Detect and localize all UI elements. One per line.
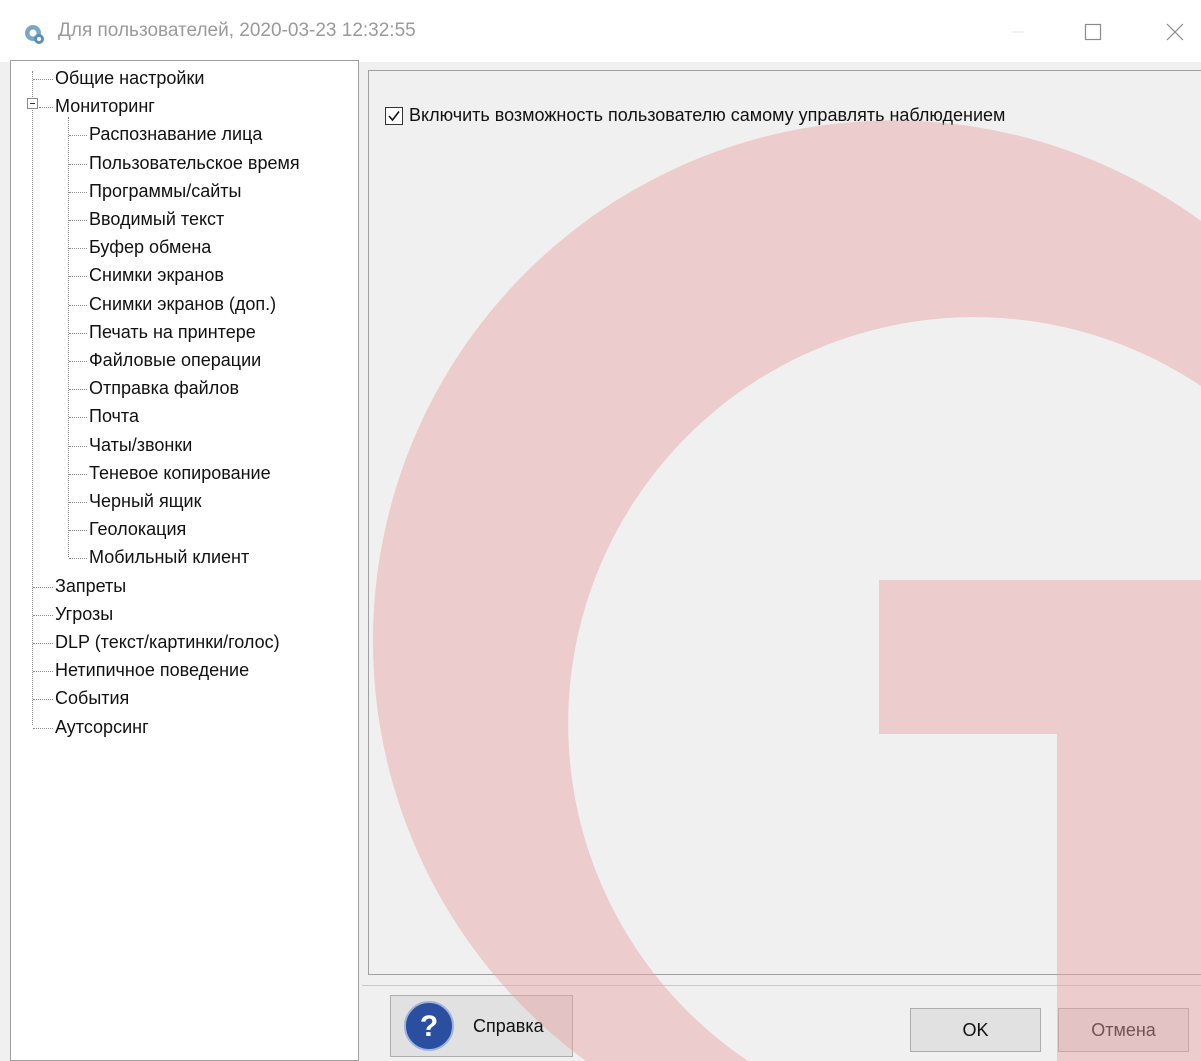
tree-item[interactable]: Мониторинг	[55, 95, 155, 117]
title-bar[interactable]: Для пользователей, 2020-03-23 12:32:55	[0, 0, 1201, 62]
tree-item[interactable]: Аутсорсинг	[55, 716, 149, 738]
tree-item[interactable]: Отправка файлов	[89, 377, 239, 399]
settings-tree[interactable]: Общие настройки Мониторинг Распознавание л…	[10, 60, 359, 1061]
tree-item[interactable]: Нетипичное поведение	[55, 659, 249, 681]
tree-connector	[33, 79, 53, 80]
tree-item[interactable]: Программы/сайты	[89, 180, 241, 202]
tree-connector	[32, 71, 33, 725]
tree-connector	[33, 671, 53, 673]
tree-item[interactable]: Снимки экранов (доп.)	[89, 293, 276, 315]
close-button[interactable]	[1152, 14, 1198, 50]
tree-connector	[69, 530, 87, 532]
tree-item[interactable]: Вводимый текст	[89, 208, 224, 230]
tree-connector	[69, 304, 87, 306]
tree-connector	[69, 361, 87, 362]
close-icon	[1166, 23, 1184, 41]
tree-connector	[69, 191, 87, 193]
tree-connector	[69, 276, 87, 278]
tree-connector	[69, 558, 87, 560]
tree-item[interactable]: Запреты	[55, 575, 126, 597]
tree-connector	[33, 699, 53, 701]
tree-connector	[33, 727, 53, 729]
collapse-toggle-icon[interactable]	[27, 98, 38, 109]
tree-connector	[69, 332, 87, 334]
ok-button[interactable]: OK	[910, 1008, 1041, 1052]
tree-connector	[33, 614, 53, 616]
tree-item[interactable]: События	[55, 687, 129, 709]
user-control-checkbox[interactable]	[385, 106, 403, 125]
window-title: Для пользователей, 2020-03-23 12:32:55	[58, 20, 416, 41]
tree-connector	[33, 586, 53, 588]
tree-connector	[39, 107, 53, 109]
tree-item[interactable]: Общие настройки	[55, 67, 204, 89]
cancel-button[interactable]: Отмена	[1058, 1008, 1189, 1052]
tree-connector	[69, 473, 87, 475]
tree-item[interactable]: Черный ящик	[89, 490, 201, 512]
tree-item[interactable]: Мобильный клиент	[89, 546, 249, 568]
tree-item[interactable]: Геолокация	[89, 518, 186, 540]
tree-connector	[69, 417, 87, 419]
tree-item[interactable]: Печать на принтере	[89, 321, 256, 343]
maximize-icon	[1084, 23, 1102, 41]
checkmark-icon	[388, 110, 400, 121]
user-control-checkbox-row[interactable]: Включить возможность пользователю самому…	[385, 105, 1005, 126]
button-bar: ? Справка OK Отмена	[362, 985, 1201, 1061]
help-button-label: Справка	[473, 1015, 544, 1036]
minimize-icon	[1012, 31, 1024, 33]
svg-text:?: ?	[420, 1010, 438, 1043]
tree-connector	[69, 389, 87, 391]
tree-item[interactable]: Чаты/звонки	[89, 434, 192, 456]
tree-item[interactable]: Распознавание лица	[89, 123, 262, 145]
tree-connector	[69, 248, 87, 250]
settings-window: Для пользователей, 2020-03-23 12:32:55 О…	[0, 0, 1201, 1061]
help-question-icon: ?	[404, 1001, 454, 1051]
tree-connector	[69, 163, 87, 165]
tree-item[interactable]: Буфер обмена	[89, 236, 211, 258]
tree-item[interactable]: Файловые операции	[89, 349, 261, 371]
tree-item[interactable]: Теневое копирование	[89, 462, 271, 484]
settings-content-panel: Включить возможность пользователю самому…	[368, 70, 1201, 975]
tree-item[interactable]: Почта	[89, 405, 139, 427]
app-gear-icon	[25, 25, 44, 44]
tree-connector	[68, 117, 69, 557]
user-control-checkbox-label: Включить возможность пользователю самому…	[409, 105, 1006, 125]
tree-item[interactable]: DLP (текст/картинки/голос)	[55, 631, 280, 653]
tree-connector	[69, 445, 87, 447]
tree-item[interactable]: Снимки экранов	[89, 264, 224, 286]
tree-connector	[69, 220, 87, 221]
help-button[interactable]: ? Справка	[390, 995, 573, 1057]
tree-item[interactable]: Угрозы	[55, 603, 113, 625]
tree-connector	[69, 502, 87, 503]
tree-connector	[69, 135, 87, 137]
tree-connector	[33, 643, 53, 644]
maximize-button[interactable]	[1070, 14, 1116, 50]
minimize-button[interactable]	[995, 14, 1041, 50]
tree-item[interactable]: Пользовательское время	[89, 152, 300, 174]
